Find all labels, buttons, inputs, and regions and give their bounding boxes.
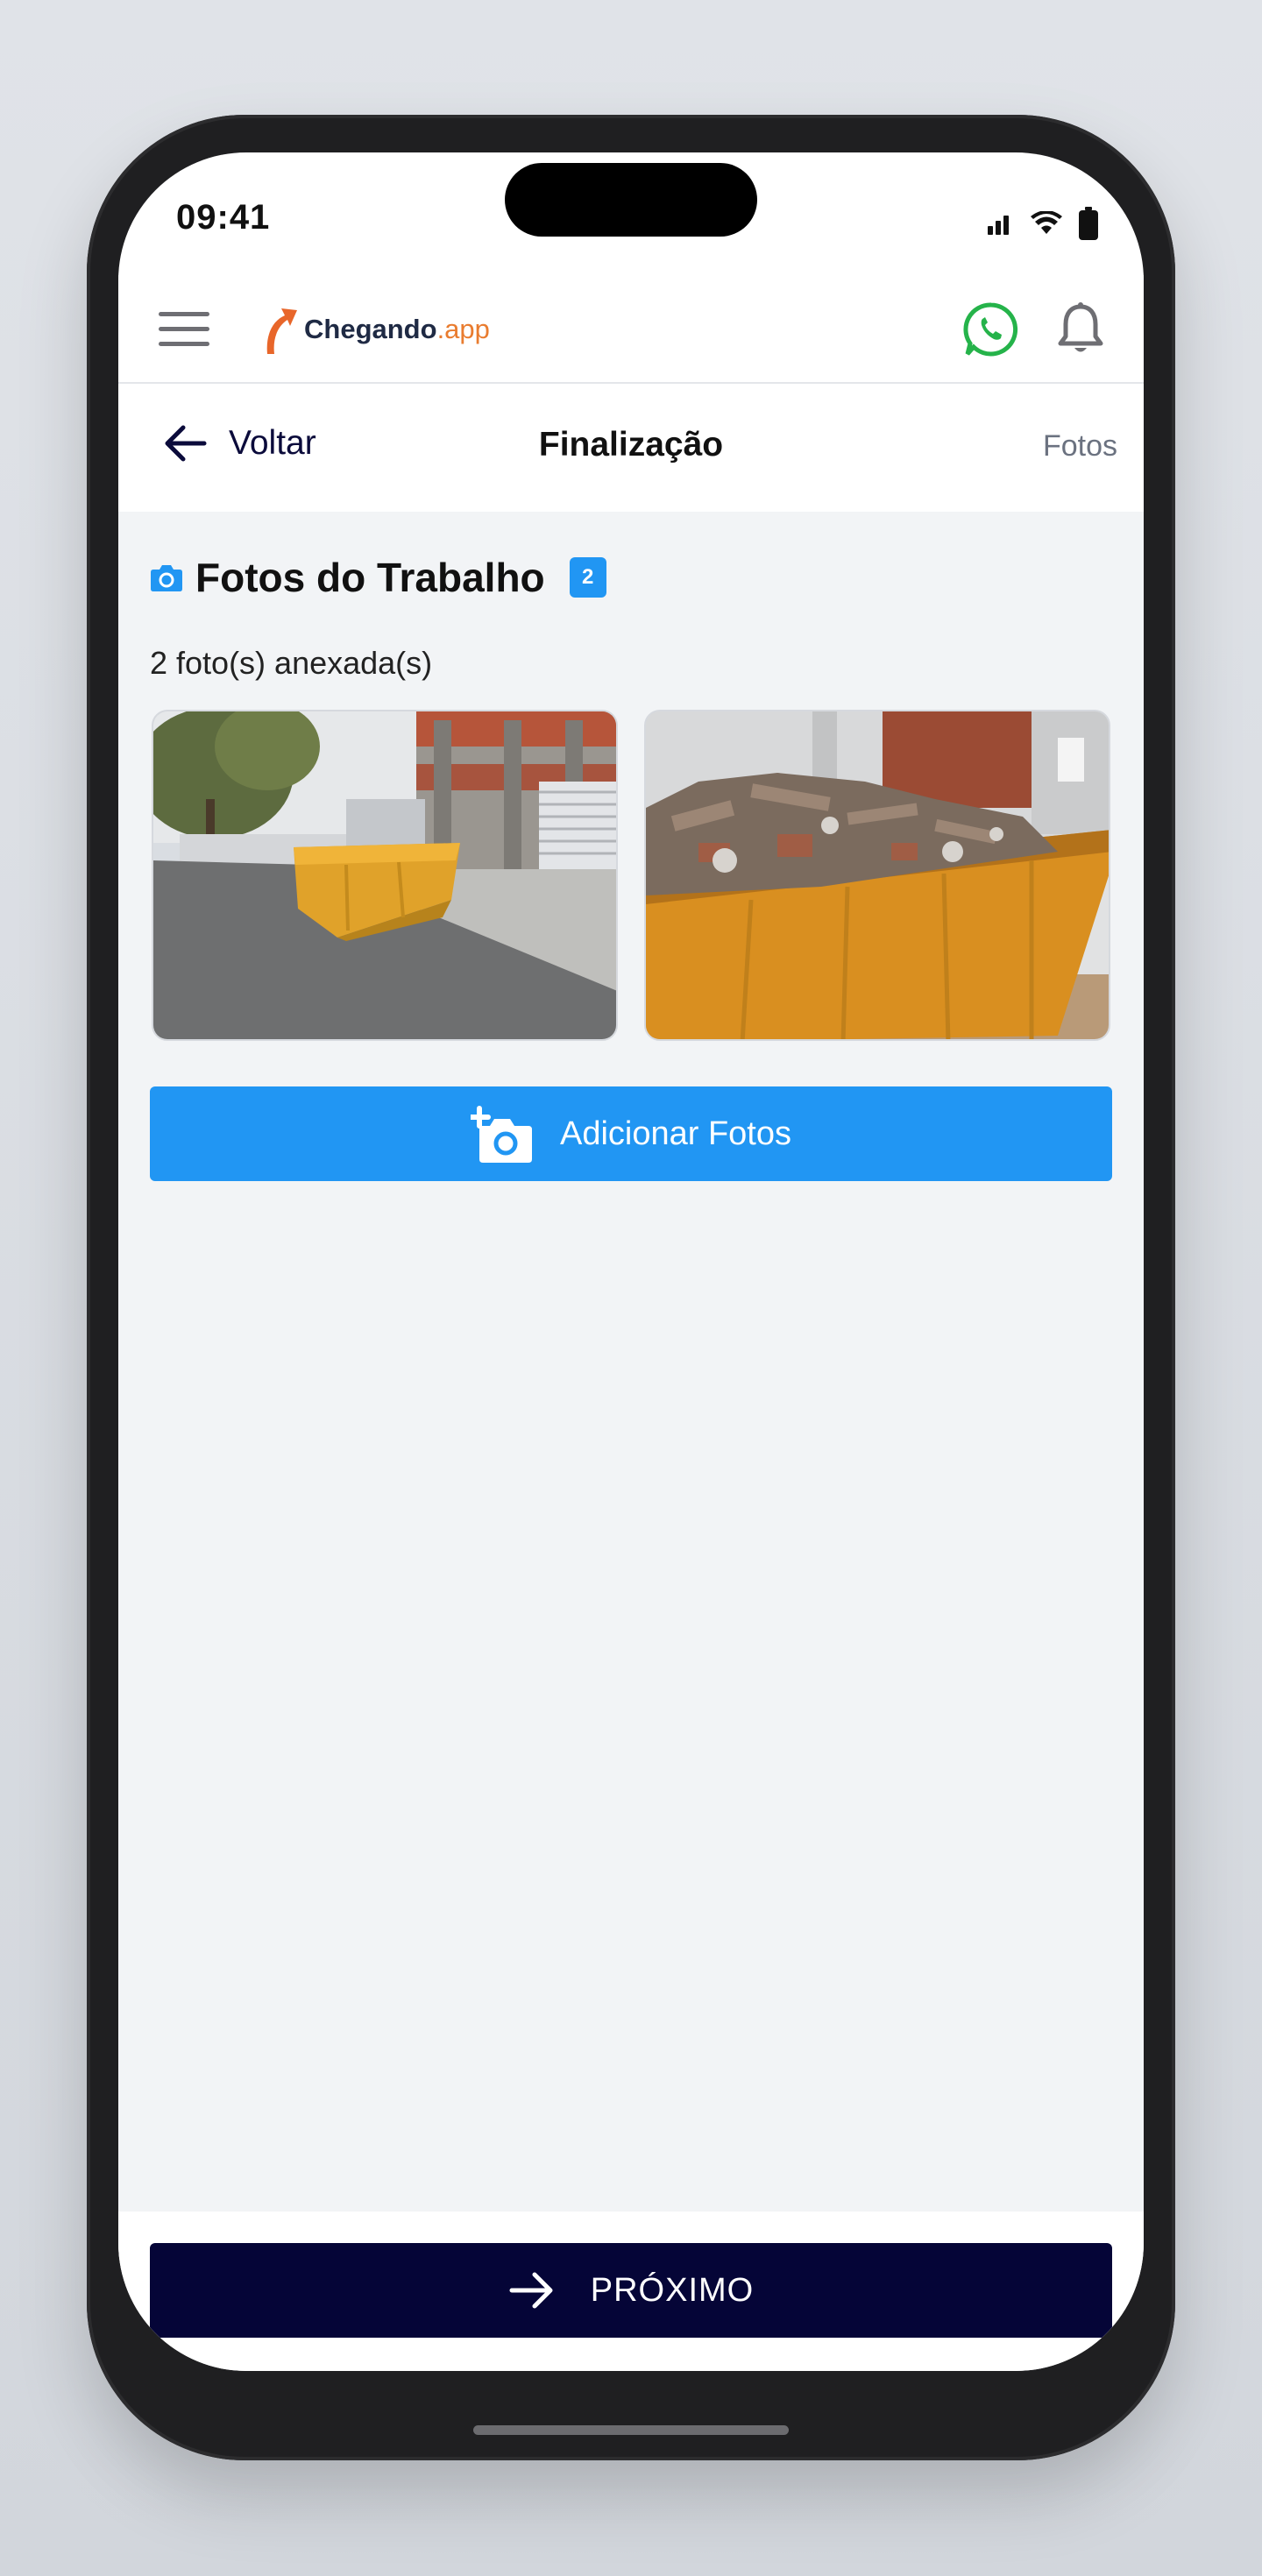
photo-count-badge: 2 [569, 557, 606, 598]
back-label: Voltar [229, 424, 316, 462]
footer: PRÓXIMO [118, 2212, 1144, 2371]
sub-header: Finalização Voltar Fotos [118, 384, 1144, 512]
main-content: Fotos do Trabalho 2 2 foto(s) anexada(s) [118, 512, 1144, 2212]
back-button[interactable]: Voltar [162, 422, 316, 464]
dumpster-on-street-photo[interactable] [152, 710, 618, 1041]
add-photos-label: Adicionar Fotos [559, 1115, 791, 1152]
signal-icon [988, 216, 1009, 235]
photo-count-text: 2 foto(s) anexada(s) [150, 645, 433, 681]
next-button[interactable]: PRÓXIMO [150, 2243, 1112, 2338]
status-icons [988, 207, 1098, 240]
camera-icon [151, 565, 182, 591]
add-photos-button[interactable]: Adicionar Fotos [150, 1086, 1112, 1181]
step-label: Fotos [1042, 429, 1117, 463]
hamburger-menu-icon[interactable] [159, 312, 209, 347]
section-title: Fotos do Trabalho 2 [150, 554, 606, 601]
dynamic-island [505, 163, 757, 237]
dumpster-with-debris-photo[interactable] [644, 710, 1110, 1041]
next-button-label: PRÓXIMO [590, 2271, 755, 2309]
add-photo-icon [470, 1106, 532, 1163]
whatsapp-icon[interactable] [963, 301, 1019, 362]
photo-grid [152, 710, 1110, 1041]
app-logo: Chegando.app [259, 303, 490, 356]
logo-text: Chegando.app [304, 314, 490, 344]
section-title-text: Fotos do Trabalho [195, 555, 545, 600]
battery-icon [1079, 207, 1098, 240]
arrow-right-icon [509, 2272, 553, 2309]
arrow-left-icon [165, 425, 207, 462]
status-time: 09:41 [176, 198, 271, 237]
screen: 09:41 Chegando.app Finalização Voltar Fo… [118, 152, 1144, 2371]
app-header: Chegando.app [118, 275, 1144, 384]
bell-icon[interactable] [1056, 301, 1105, 362]
home-indicator [473, 2425, 789, 2435]
logo-arrow-icon [266, 308, 297, 354]
wifi-icon [1031, 211, 1062, 234]
